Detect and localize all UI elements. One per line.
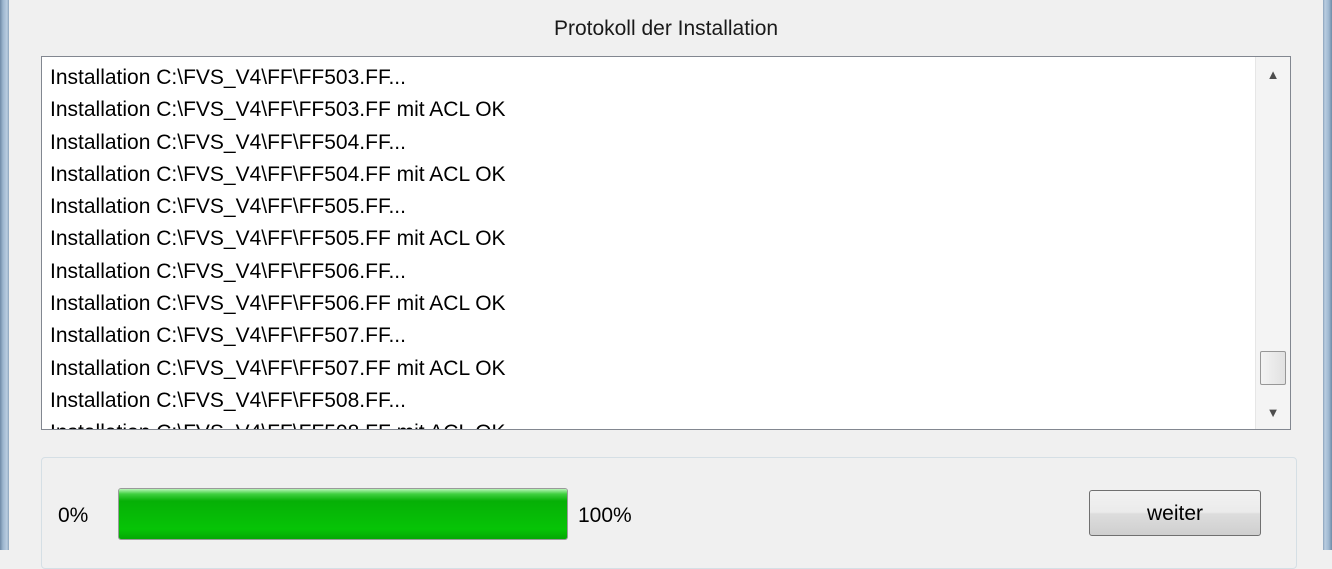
log-heading: Protokoll der Installation (553, 17, 779, 40)
log-line: Installation C:\FVS_V4\FF\FF507.FF... (50, 324, 406, 348)
log-line: Installation C:\FVS_V4\FF\FF507.FF mit A… (50, 356, 506, 380)
progress-bar-fill (119, 489, 567, 539)
scroll-thumb[interactable] (1260, 351, 1286, 385)
scroll-down-arrow-icon[interactable]: ▼ (1256, 397, 1290, 429)
log-line: Installation C:\FVS_V4\FF\FF504.FF... (50, 130, 406, 154)
log-line: Installation C:\FVS_V4\FF\FF506.FF... (50, 259, 406, 283)
window-frame-right (1323, 0, 1332, 550)
installation-progress-bar (118, 488, 568, 540)
log-lines: Installation C:\FVS_V4\FF\FF503.FF... In… (50, 62, 506, 429)
window-frame-left (0, 0, 9, 550)
log-line: Installation C:\FVS_V4\FF\FF504.FF mit A… (50, 162, 506, 186)
log-line: Installation C:\FVS_V4\FF\FF508.FF... (50, 388, 406, 412)
log-line: Installation C:\FVS_V4\FF\FF505.FF... (50, 195, 406, 219)
log-line: Installation C:\FVS_V4\FF\FF508.FF mit A… (50, 417, 506, 429)
log-line: Installation C:\FVS_V4\FF\FF503.FF mit A… (50, 98, 506, 122)
progress-start-label: 0% (58, 504, 89, 527)
log-line: Installation C:\FVS_V4\FF\FF505.FF mit A… (50, 227, 506, 251)
installation-log-listbox[interactable]: Installation C:\FVS_V4\FF\FF503.FF... In… (41, 56, 1291, 430)
scroll-up-arrow-icon[interactable]: ▲ (1256, 59, 1290, 91)
progress-end-label: 100% (578, 504, 632, 527)
log-line: Installation C:\FVS_V4\FF\FF503.FF... (50, 66, 406, 89)
log-vertical-scrollbar[interactable]: ▲ ▼ (1255, 57, 1290, 429)
next-button[interactable]: weiter (1089, 490, 1261, 536)
log-line: Installation C:\FVS_V4\FF\FF506.FF mit A… (50, 292, 506, 316)
installer-window: Protokoll der Installation Installation … (9, 0, 1323, 569)
